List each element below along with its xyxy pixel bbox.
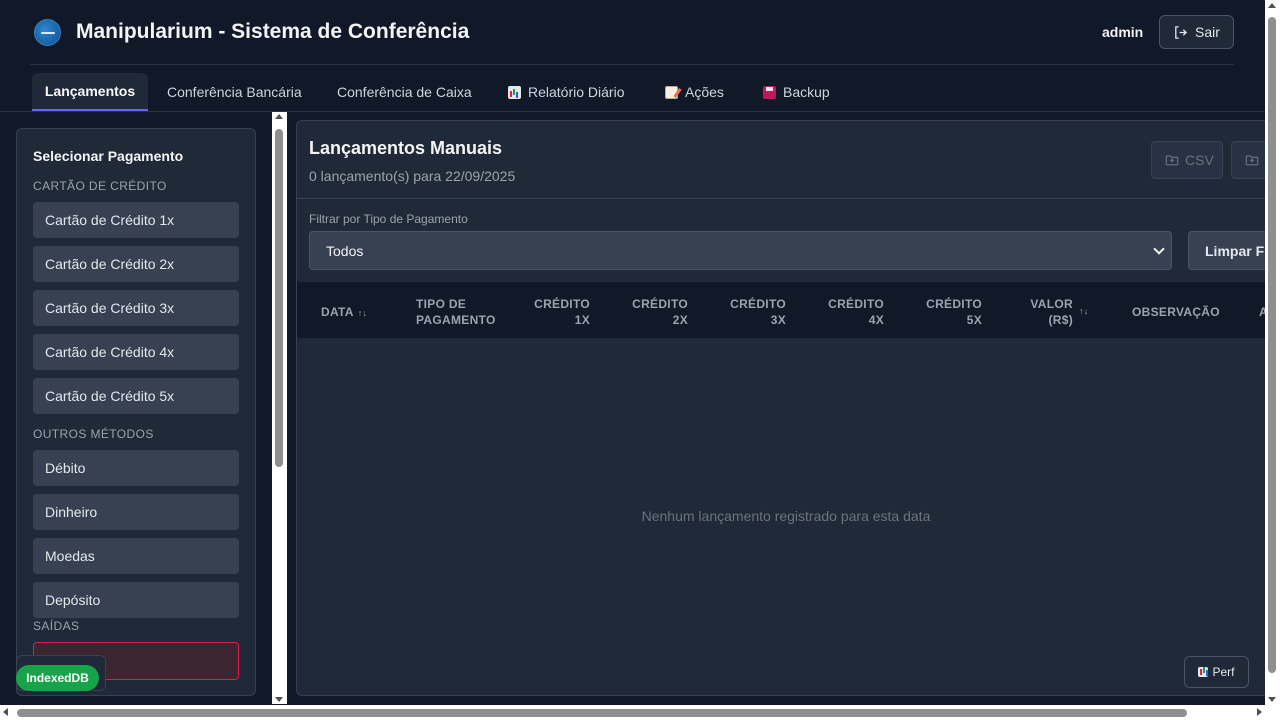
app-logo xyxy=(34,19,61,46)
csv-label: CSV xyxy=(1185,152,1214,168)
floppy-disk-icon xyxy=(763,85,776,99)
payment-type-filter-select[interactable]: Todos xyxy=(309,231,1172,270)
tab-conferencia-bancaria[interactable]: Conferência Bancária xyxy=(167,73,302,111)
payment-credit-4x-button[interactable]: Cartão de Crédito 4x xyxy=(33,334,239,370)
payment-sidebar: Selecionar Pagamento CARTÃO DE CRÉDITO C… xyxy=(16,128,256,696)
payment-credit-2x-button[interactable]: Cartão de Crédito 2x xyxy=(33,246,239,282)
column-header-observation: OBSERVAÇÃO xyxy=(1132,305,1220,319)
payment-credit-1x-button[interactable]: Cartão de Crédito 1x xyxy=(33,202,239,238)
page-horizontal-scrollbar[interactable] xyxy=(0,705,1265,720)
perf-button[interactable]: Perf xyxy=(1184,656,1249,688)
other-group-label: OUTROS MÉTODOS xyxy=(33,427,154,441)
tab-label: Lançamentos xyxy=(44,83,136,99)
memo-icon xyxy=(665,85,678,99)
bar-chart-icon xyxy=(508,85,521,99)
page-vertical-scrollbar[interactable] xyxy=(1265,0,1280,705)
sidebar-scrollbar[interactable] xyxy=(272,112,287,704)
scroll-up-arrow-icon[interactable] xyxy=(275,114,283,119)
vertical-scroll-thumb[interactable] xyxy=(1268,17,1276,673)
payment-credit-5x-button[interactable]: Cartão de Crédito 5x xyxy=(33,378,239,414)
header-divider xyxy=(30,64,1234,65)
entries-count: 0 lançamento(s) para 22/09/2025 xyxy=(309,168,516,184)
scroll-left-arrow-icon[interactable] xyxy=(3,708,8,716)
tab-conferencia-caixa[interactable]: Conferência de Caixa xyxy=(337,73,472,111)
column-label: DATA xyxy=(321,305,354,319)
filter-selected-value: Todos xyxy=(326,242,364,259)
scroll-right-arrow-icon[interactable] xyxy=(1257,708,1262,716)
payment-cash-button[interactable]: Dinheiro xyxy=(33,494,239,530)
horizontal-scroll-thumb[interactable] xyxy=(17,709,1187,717)
perf-label: Perf xyxy=(1212,665,1235,679)
tab-label: Conferência de Caixa xyxy=(337,84,472,100)
tab-label: Conferência Bancária xyxy=(167,84,302,100)
logout-button[interactable]: Sair xyxy=(1159,15,1234,49)
folder-export-icon xyxy=(1165,155,1179,166)
tab-label: Ações xyxy=(685,84,724,100)
column-header-credit-2x: CRÉDITO 2X xyxy=(632,297,688,327)
tab-label: Backup xyxy=(783,84,830,100)
clear-filter-button[interactable]: Limpar Fil xyxy=(1188,231,1275,270)
empty-table-message: Nenhum lançamento registrado para esta d… xyxy=(641,508,931,524)
panel-divider xyxy=(297,198,1275,199)
payment-deposit-button[interactable]: Depósito xyxy=(33,582,239,618)
column-header-credit-4x: CRÉDITO 4X xyxy=(828,297,884,327)
chevron-down-icon xyxy=(1153,243,1165,255)
sort-icon: ↑↓ xyxy=(1079,306,1089,316)
column-header-credit-3x: CRÉDITO 3X xyxy=(730,297,786,327)
sort-icon: ↑↓ xyxy=(357,308,368,318)
panel-title: Lançamentos Manuais xyxy=(309,138,503,158)
payment-debit-button[interactable]: Débito xyxy=(33,450,239,486)
tab-lancamentos[interactable]: Lançamentos xyxy=(32,73,148,111)
scroll-down-arrow-icon[interactable] xyxy=(275,697,283,702)
credit-group-label: CARTÃO DE CRÉDITO xyxy=(33,179,167,193)
tab-label: Relatório Diário xyxy=(528,84,625,100)
app-title: Manipularium - Sistema de Conferência xyxy=(76,20,470,43)
column-header-date[interactable]: DATA ↑↓ xyxy=(321,304,367,321)
tab-bar: Lançamentos Conferência Bancária Conferê… xyxy=(0,73,1265,112)
filter-label: Filtrar por Tipo de Pagamento xyxy=(309,212,468,226)
scroll-down-arrow-icon[interactable] xyxy=(1268,697,1276,702)
exits-group-label: SAÍDAS xyxy=(33,619,80,633)
column-header-credit-5x: CRÉDITO 5X xyxy=(926,297,982,327)
manual-entries-panel: Lançamentos Manuais 0 lançamento(s) para… xyxy=(296,120,1276,696)
storage-badge: IndexedDB xyxy=(16,665,99,691)
scroll-up-arrow-icon[interactable] xyxy=(1268,3,1276,8)
folder-export-icon xyxy=(1245,155,1259,166)
column-header-payment-type: TIPO DE PAGAMENTO xyxy=(416,297,496,327)
tab-relatorio-diario[interactable]: Relatório Diário xyxy=(508,73,624,111)
scrollbar-corner xyxy=(1265,705,1280,720)
tab-backup[interactable]: Backup xyxy=(763,73,830,111)
entries-table-header: DATA ↑↓ TIPO DE PAGAMENTO CRÉDITO 1X CRÉD… xyxy=(297,282,1275,338)
bar-chart-icon xyxy=(1198,667,1209,677)
payment-coins-button[interactable]: Moedas xyxy=(33,538,239,574)
sidebar-scroll-thumb[interactable] xyxy=(275,129,283,467)
column-header-value[interactable]: VALOR (R$) xyxy=(1021,296,1073,328)
export-csv-button[interactable]: CSV xyxy=(1151,141,1223,179)
sidebar-title: Selecionar Pagamento xyxy=(33,148,184,164)
payment-credit-3x-button[interactable]: Cartão de Crédito 3x xyxy=(33,290,239,326)
user-name: admin xyxy=(1102,24,1144,40)
app-header: Manipularium - Sistema de Conferência ad… xyxy=(0,0,1265,64)
logout-label: Sair xyxy=(1195,24,1220,40)
tab-acoes[interactable]: Ações xyxy=(665,73,724,111)
logout-icon xyxy=(1175,25,1188,39)
column-header-credit-1x: CRÉDITO 1X xyxy=(534,297,590,327)
